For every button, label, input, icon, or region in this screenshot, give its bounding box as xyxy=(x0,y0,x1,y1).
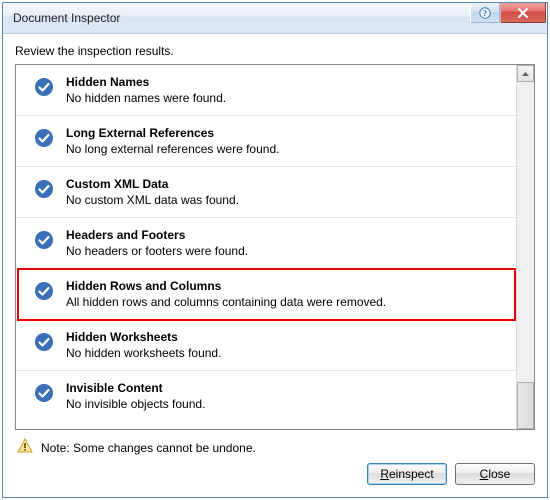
instruction-text: Review the inspection results. xyxy=(15,44,535,58)
result-item-desc: No hidden names were found. xyxy=(66,91,509,105)
result-item-title: Long External References xyxy=(66,126,509,140)
check-icon xyxy=(34,179,54,199)
dialog-body: Review the inspection results. Hidden Na… xyxy=(3,34,547,497)
result-item: Invisible Content No invisible objects f… xyxy=(16,371,517,421)
check-icon xyxy=(34,77,54,97)
close-window-button[interactable] xyxy=(500,3,546,23)
footer-note-text: Note: Some changes cannot be undone. xyxy=(41,441,256,455)
scroll-thumb[interactable] xyxy=(517,382,534,429)
result-item-desc: No long external references were found. xyxy=(66,142,509,156)
scroll-up-button[interactable] xyxy=(517,65,534,82)
window-title: Document Inspector xyxy=(13,11,470,25)
result-item-desc: No headers or footers were found. xyxy=(66,244,509,258)
titlebar: Document Inspector ? xyxy=(3,3,547,34)
result-item-title: Custom XML Data xyxy=(66,177,509,191)
warning-icon xyxy=(17,438,33,457)
result-item: Hidden Worksheets No hidden worksheets f… xyxy=(16,320,517,371)
svg-text:?: ? xyxy=(483,9,487,18)
result-item-desc: No invisible objects found. xyxy=(66,397,509,411)
result-item-desc: No hidden worksheets found. xyxy=(66,346,509,360)
footer-note: Note: Some changes cannot be undone. xyxy=(15,430,535,463)
check-icon xyxy=(34,332,54,352)
result-item: Headers and Footers No headers or footer… xyxy=(16,218,517,269)
result-item-title: Invisible Content xyxy=(66,381,509,395)
result-item: Long External References No long externa… xyxy=(16,116,517,167)
scroll-track[interactable] xyxy=(517,82,534,412)
help-button[interactable]: ? xyxy=(470,3,500,23)
check-icon xyxy=(34,230,54,250)
result-item-desc: No custom XML data was found. xyxy=(66,193,509,207)
result-item-title: Headers and Footers xyxy=(66,228,509,242)
scrollbar[interactable] xyxy=(516,65,534,429)
close-button[interactable]: Close xyxy=(455,463,535,485)
reinspect-button[interactable]: Reinspect xyxy=(367,463,447,485)
button-row: Reinspect Close xyxy=(15,463,535,487)
result-item: Hidden Rows and Columns All hidden rows … xyxy=(16,269,517,320)
results-frame: Hidden Names No hidden names were found.… xyxy=(15,64,535,430)
check-icon xyxy=(34,128,54,148)
result-item-desc: All hidden rows and columns containing d… xyxy=(66,295,509,309)
check-icon xyxy=(34,281,54,301)
window-controls: ? xyxy=(470,3,547,33)
result-item-title: Hidden Worksheets xyxy=(66,330,509,344)
result-item-title: Hidden Names xyxy=(66,75,509,89)
results-list: Hidden Names No hidden names were found.… xyxy=(16,65,517,429)
result-item: Hidden Names No hidden names were found. xyxy=(16,65,517,116)
check-icon xyxy=(34,383,54,403)
result-item: Custom XML Data No custom XML data was f… xyxy=(16,167,517,218)
result-item-title: Hidden Rows and Columns xyxy=(66,279,509,293)
dialog-window: Document Inspector ? Review the inspecti… xyxy=(2,2,548,498)
